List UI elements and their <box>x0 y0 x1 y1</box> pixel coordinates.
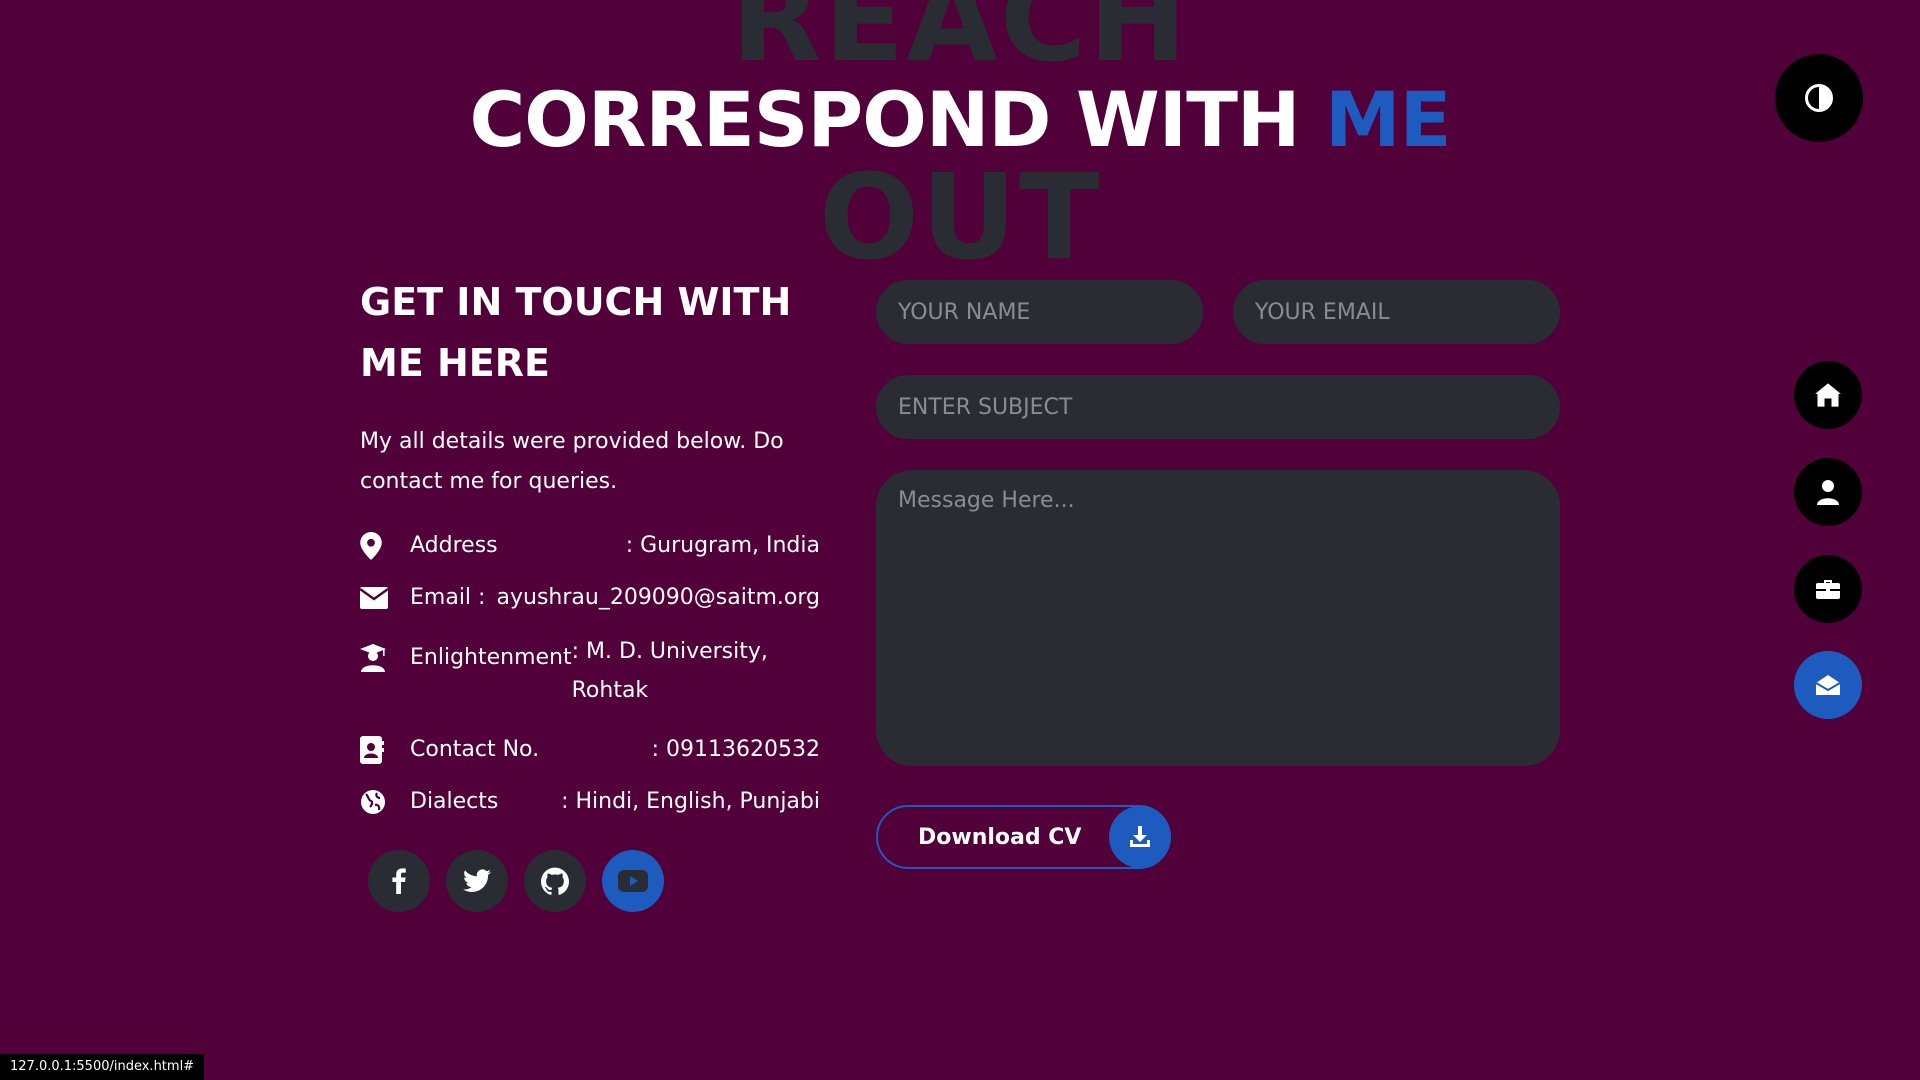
download-icon <box>1109 806 1171 868</box>
detail-phone: Contact No. : 09113620532 <box>360 736 820 764</box>
nav-contact-button[interactable] <box>1794 651 1862 719</box>
location-pin-icon <box>360 532 410 560</box>
section-title: CORRESPOND WITH ME <box>0 82 1920 158</box>
facebook-icon <box>392 868 406 894</box>
email-input[interactable]: YOUR EMAIL <box>1233 280 1560 344</box>
briefcase-icon <box>1816 580 1840 599</box>
name-input[interactable]: YOUR NAME <box>876 280 1203 344</box>
status-bar-url: 127.0.0.1:5500/index.html# <box>0 1054 205 1080</box>
title-accent: ME <box>1325 75 1452 164</box>
detail-label: Dialects <box>410 789 499 814</box>
nav-portfolio-button[interactable] <box>1794 555 1862 623</box>
title-main: CORRESPOND WITH <box>469 75 1300 164</box>
nav-about-button[interactable] <box>1794 458 1862 526</box>
graduate-icon <box>360 636 410 680</box>
github-icon <box>541 867 569 895</box>
mail-open-icon <box>1815 675 1841 695</box>
contact-card-icon <box>360 736 410 764</box>
youtube-icon <box>618 870 648 892</box>
background-word-out: OUT <box>818 148 1102 286</box>
detail-value: : Gurugram, India <box>625 533 820 558</box>
nav-home-button[interactable] <box>1794 361 1862 429</box>
twitter-icon <box>463 869 491 892</box>
download-cv-label: Download CV <box>918 824 1082 850</box>
detail-label: Enlightenment <box>410 645 572 670</box>
contact-heading: GET IN TOUCH WITH ME HERE <box>360 280 792 385</box>
detail-value: : 09113620532 <box>651 737 820 762</box>
background-word-reach: REACH <box>730 0 1190 88</box>
detail-value: : M. D. University, Rohtak <box>571 639 768 703</box>
detail-value: : Hindi, English, Punjabi <box>561 789 820 814</box>
theme-toggle-button[interactable] <box>1775 54 1863 142</box>
detail-languages: Dialects : Hindi, English, Punjabi <box>360 788 820 816</box>
facebook-link[interactable] <box>368 850 430 912</box>
contact-details: Address : Gurugram, India Email : ayushr… <box>360 532 820 816</box>
detail-education: Enlightenment : M. D. University, Rohtak <box>360 636 820 710</box>
twitter-link[interactable] <box>446 850 508 912</box>
detail-label: Contact No. <box>410 737 540 762</box>
detail-label: Address <box>410 533 498 558</box>
user-icon <box>1817 480 1839 505</box>
contact-info: GET IN TOUCH WITH ME HERE My all details… <box>360 272 820 840</box>
detail-value: ayushrau_209090@saitm.org <box>496 585 821 610</box>
github-link[interactable] <box>524 850 586 912</box>
message-textarea[interactable]: Message Here... <box>876 470 1560 766</box>
subject-input[interactable]: ENTER SUBJECT <box>876 375 1560 439</box>
detail-address: Address : Gurugram, India <box>360 532 820 560</box>
globe-icon <box>360 788 410 816</box>
detail-label: Email : <box>410 585 486 610</box>
detail-email: Email : ayushrau_209090@saitm.org <box>360 584 820 612</box>
envelope-icon <box>360 584 410 612</box>
download-cv-button[interactable]: Download CV <box>876 805 1171 869</box>
home-icon <box>1815 383 1841 407</box>
youtube-link[interactable] <box>602 850 664 912</box>
contact-intro: My all details were provided below. Do c… <box>360 429 784 494</box>
social-links <box>368 850 664 912</box>
contrast-icon <box>1805 84 1833 112</box>
